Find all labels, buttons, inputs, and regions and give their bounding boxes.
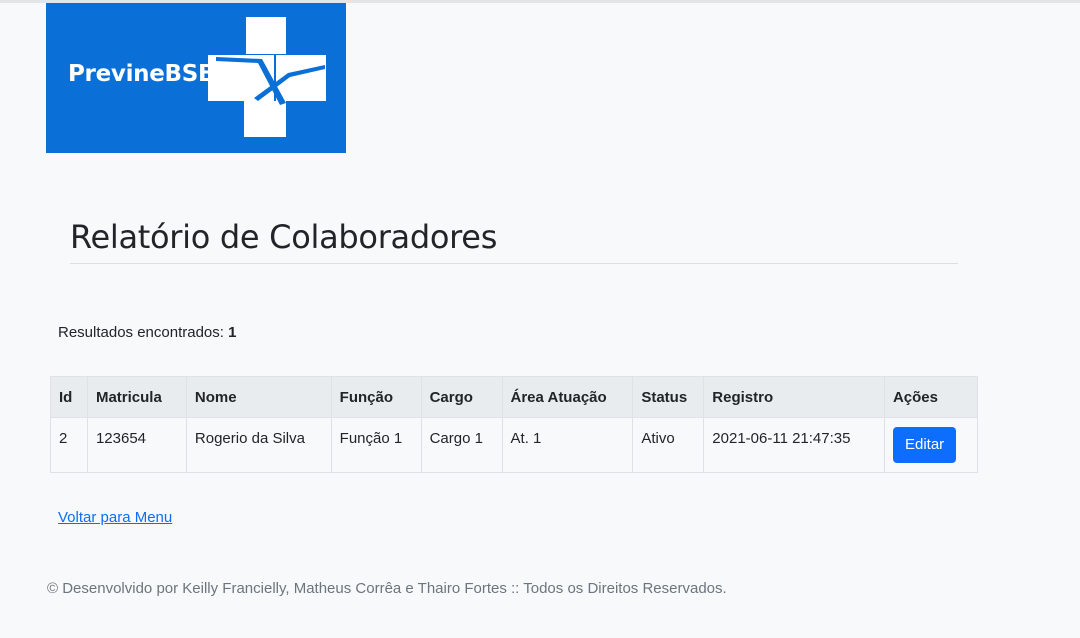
cell-acoes: Editar (883, 417, 979, 473)
column-header-status: Status (632, 376, 705, 418)
cell-status: Ativo (632, 417, 705, 473)
medical-cross-icon (208, 17, 326, 137)
cell-nome: Rogerio da Silva (185, 417, 332, 473)
column-header-acoes: Ações (883, 376, 979, 418)
title-divider (70, 263, 958, 264)
cell-id: 2 (50, 417, 88, 473)
edit-button[interactable]: Editar (892, 427, 957, 463)
results-summary: Resultados encontrados: 1 (58, 324, 236, 341)
column-header-matricula: Matricula (86, 376, 187, 418)
table-header-row: Id Matricula Nome Função Cargo Área Atua… (50, 376, 979, 418)
back-to-menu-link[interactable]: Voltar para Menu (58, 509, 172, 526)
results-count: 1 (228, 324, 237, 341)
cell-cargo: Cargo 1 (420, 417, 503, 473)
cell-area-atuacao: At. 1 (501, 417, 634, 473)
logo-text: PrevineBSB (68, 61, 216, 87)
column-header-nome: Nome (185, 376, 332, 418)
column-header-id: Id (50, 376, 88, 418)
column-header-registro: Registro (703, 376, 885, 418)
cell-funcao: Função 1 (330, 417, 422, 473)
cell-registro: 2021-06-11 21:47:35 (703, 417, 885, 473)
collaborators-table: Id Matricula Nome Função Cargo Área Atua… (50, 376, 979, 473)
table-row: 2 123654 Rogerio da Silva Função 1 Cargo… (50, 417, 979, 473)
page-title: Relatório de Colaboradores (70, 218, 498, 256)
results-label: Resultados encontrados: (58, 324, 224, 341)
cell-matricula: 123654 (86, 417, 187, 473)
column-header-funcao: Função (330, 376, 422, 418)
previnebsb-logo: PrevineBSB (46, 3, 346, 153)
column-header-cargo: Cargo (420, 376, 503, 418)
column-header-area-atuacao: Área Atuação (501, 376, 634, 418)
footer-credits: © Desenvolvido por Keilly Francielly, Ma… (47, 580, 727, 597)
